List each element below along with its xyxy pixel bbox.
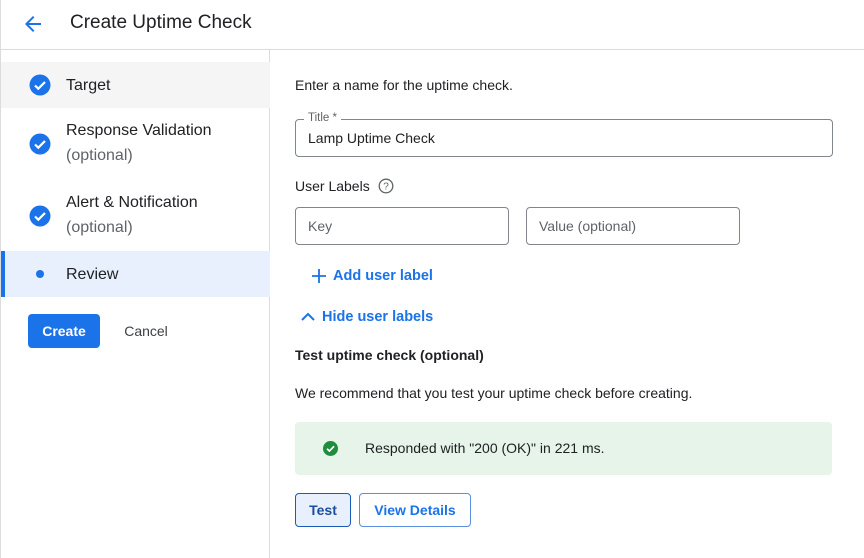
step-optional: (optional): [66, 219, 133, 236]
step-label: Review: [66, 266, 119, 283]
arrow-left-icon[interactable]: [21, 12, 45, 36]
step-alert-notification[interactable]: Alert & Notification (optional): [1, 182, 270, 250]
cancel-button[interactable]: Cancel: [111, 314, 181, 348]
page-header: Create Uptime Check: [0, 0, 864, 50]
step-target[interactable]: Target: [1, 62, 270, 108]
hide-user-labels-button[interactable]: Hide user labels: [300, 309, 433, 325]
view-details-button[interactable]: View Details: [359, 493, 471, 527]
add-user-label-button[interactable]: Add user label: [311, 268, 433, 284]
user-labels-text: User Labels: [295, 178, 370, 194]
title-input[interactable]: Lamp Uptime Check: [295, 119, 833, 157]
check-circle-icon: [29, 133, 51, 155]
value-input[interactable]: Value (optional): [526, 207, 740, 245]
create-button[interactable]: Create: [28, 314, 100, 348]
page-title: Create Uptime Check: [70, 12, 252, 33]
title-value: Lamp Uptime Check: [308, 130, 435, 146]
step-review[interactable]: Review: [1, 251, 270, 297]
title-label: Title *: [304, 112, 341, 124]
key-input[interactable]: Key: [295, 207, 509, 245]
step-optional: (optional): [66, 147, 133, 164]
plus-icon: [312, 269, 326, 283]
test-result-text: Responded with "200 (OK)" in 221 ms.: [365, 440, 605, 456]
add-user-label-text: Add user label: [333, 268, 433, 284]
step-label: Alert & Notification: [66, 194, 198, 211]
check-circle-icon: [323, 441, 338, 456]
test-button[interactable]: Test: [295, 493, 351, 527]
test-heading: Test uptime check (optional): [295, 347, 484, 363]
value-placeholder: Value (optional): [539, 218, 637, 234]
test-result-banner: Responded with "200 (OK)" in 221 ms.: [295, 422, 832, 475]
help-icon[interactable]: ?: [378, 178, 394, 194]
key-placeholder: Key: [308, 218, 333, 234]
chevron-up-icon: [301, 312, 315, 321]
check-circle-icon: [29, 74, 51, 96]
svg-text:?: ?: [383, 182, 389, 193]
step-label: Target: [66, 77, 111, 94]
step-response-validation[interactable]: Response Validation (optional): [1, 110, 270, 178]
check-circle-icon: [29, 205, 51, 227]
hide-user-labels-text: Hide user labels: [322, 309, 434, 325]
dot-icon: [36, 270, 44, 278]
user-labels-heading: User Labels ?: [295, 178, 394, 194]
intro-text: Enter a name for the uptime check.: [295, 77, 513, 93]
stepper-sidebar: Target Response Validation (optional) Al…: [0, 50, 270, 558]
step-label: Response Validation: [66, 122, 212, 139]
test-recommend-text: We recommend that you test your uptime c…: [295, 385, 693, 401]
